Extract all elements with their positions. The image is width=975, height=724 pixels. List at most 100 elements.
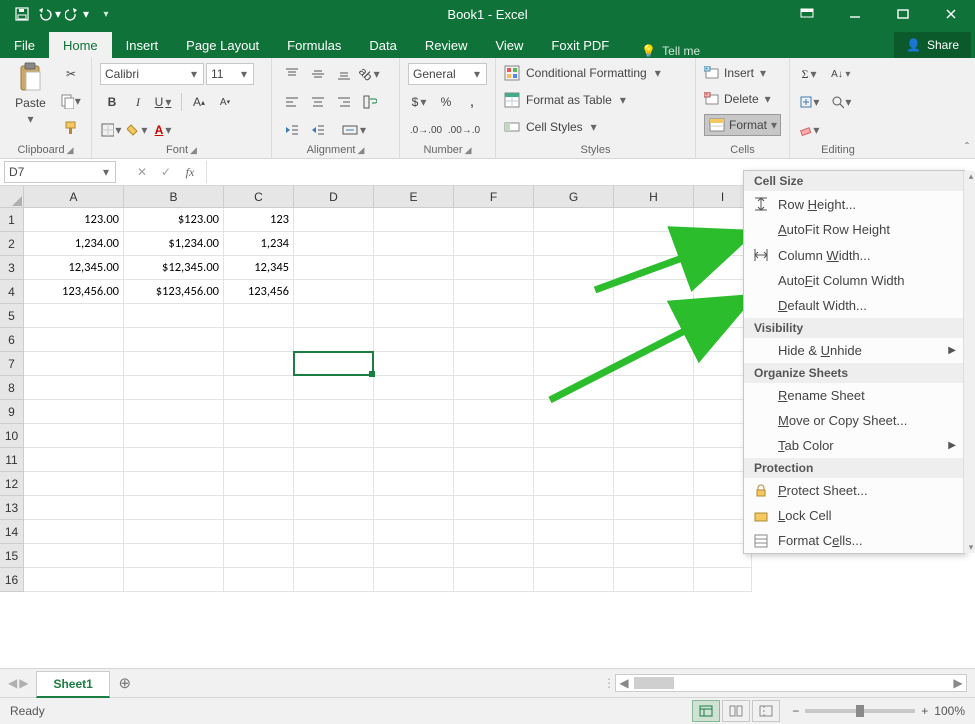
cell-F12[interactable] [454, 472, 534, 496]
sheet-tab-active[interactable]: Sheet1 [36, 671, 109, 698]
cell-B9[interactable] [124, 400, 224, 424]
menu-tab-color[interactable]: Tab Color▶ [744, 433, 964, 458]
cell-E7[interactable] [374, 352, 454, 376]
cell-G7[interactable] [534, 352, 614, 376]
cell-F1[interactable] [454, 208, 534, 232]
orientation-button[interactable]: ab▾ [358, 62, 382, 86]
column-header-B[interactable]: B [124, 186, 224, 208]
cell-E13[interactable] [374, 496, 454, 520]
cell-C14[interactable] [224, 520, 294, 544]
cell-B15[interactable] [124, 544, 224, 568]
cell-E15[interactable] [374, 544, 454, 568]
merge-center-button[interactable]: ▾ [332, 118, 378, 142]
row-header-5[interactable]: 5 [0, 304, 24, 328]
accounting-format-button[interactable]: $▾ [408, 90, 432, 114]
cell-E12[interactable] [374, 472, 454, 496]
align-center-button[interactable] [306, 90, 330, 114]
dialog-launcher-icon[interactable]: ◢ [190, 145, 197, 156]
cell-H16[interactable] [614, 568, 694, 592]
cell-D6[interactable] [294, 328, 374, 352]
cell-C3[interactable]: 12,345 [224, 256, 294, 280]
font-size-select[interactable]: 11▾ [206, 63, 254, 85]
cell-F2[interactable] [454, 232, 534, 256]
undo-button[interactable]: ▾ [36, 0, 64, 28]
menu-move-copy-sheet[interactable]: Move or Copy Sheet... [744, 408, 964, 433]
cell-A1[interactable]: 123.00 [24, 208, 124, 232]
cell-C5[interactable] [224, 304, 294, 328]
cell-E5[interactable] [374, 304, 454, 328]
column-header-C[interactable]: C [224, 186, 294, 208]
font-color-button[interactable]: A▾ [152, 118, 176, 142]
page-break-view-button[interactable] [752, 700, 780, 722]
cell-A16[interactable] [24, 568, 124, 592]
cell-G14[interactable] [534, 520, 614, 544]
cell-H4[interactable] [614, 280, 694, 304]
page-layout-view-button[interactable] [722, 700, 750, 722]
align-middle-button[interactable] [306, 62, 330, 86]
tab-foxit[interactable]: Foxit PDF [537, 32, 623, 58]
cell-B14[interactable] [124, 520, 224, 544]
tell-me[interactable]: 💡Tell me [641, 44, 700, 58]
cell-C4[interactable]: 123,456 [224, 280, 294, 304]
delete-cells-button[interactable]: ×Delete▾ [704, 88, 781, 110]
cell-E2[interactable] [374, 232, 454, 256]
row-header-2[interactable]: 2 [0, 232, 24, 256]
menu-default-width[interactable]: Default Width... [744, 293, 964, 318]
minimize-button[interactable] [831, 0, 879, 28]
cell-F16[interactable] [454, 568, 534, 592]
cell-C8[interactable] [224, 376, 294, 400]
cell-G4[interactable] [534, 280, 614, 304]
row-header-9[interactable]: 9 [0, 400, 24, 424]
row-header-15[interactable]: 15 [0, 544, 24, 568]
cell-E16[interactable] [374, 568, 454, 592]
cell-E14[interactable] [374, 520, 454, 544]
cell-E1[interactable] [374, 208, 454, 232]
cell-G3[interactable] [534, 256, 614, 280]
cell-F7[interactable] [454, 352, 534, 376]
cell-D14[interactable] [294, 520, 374, 544]
row-header-8[interactable]: 8 [0, 376, 24, 400]
cell-H15[interactable] [614, 544, 694, 568]
new-sheet-button[interactable]: ⊕ [110, 674, 140, 692]
row-header-7[interactable]: 7 [0, 352, 24, 376]
cell-styles-button[interactable]: Cell Styles▾ [504, 116, 687, 138]
cell-D5[interactable] [294, 304, 374, 328]
copy-button[interactable]: ▾ [59, 89, 83, 113]
name-box[interactable]: D7▾ [4, 161, 116, 183]
cell-A13[interactable] [24, 496, 124, 520]
fill-color-button[interactable]: ▾ [126, 118, 150, 142]
cell-G10[interactable] [534, 424, 614, 448]
tab-data[interactable]: Data [355, 32, 410, 58]
cell-H11[interactable] [614, 448, 694, 472]
cell-G13[interactable] [534, 496, 614, 520]
paste-button[interactable]: Paste ▾ [8, 62, 53, 126]
cell-D2[interactable] [294, 232, 374, 256]
cell-F6[interactable] [454, 328, 534, 352]
column-header-E[interactable]: E [374, 186, 454, 208]
dialog-launcher-icon[interactable]: ◢ [465, 145, 472, 156]
cut-button[interactable]: ✂ [59, 62, 83, 86]
cell-F4[interactable] [454, 280, 534, 304]
zoom-out-button[interactable]: − [792, 704, 799, 718]
decrease-indent-button[interactable] [280, 118, 304, 142]
cell-G5[interactable] [534, 304, 614, 328]
cell-D10[interactable] [294, 424, 374, 448]
increase-font-button[interactable]: A▴ [187, 90, 211, 114]
fill-button[interactable]: ▾ [798, 90, 822, 114]
cell-H13[interactable] [614, 496, 694, 520]
tab-formulas[interactable]: Formulas [273, 32, 355, 58]
zoom-slider[interactable] [805, 709, 915, 713]
cell-B7[interactable] [124, 352, 224, 376]
decrease-decimal-button[interactable]: .00→.0 [446, 118, 482, 142]
bold-button[interactable]: B [100, 90, 124, 114]
cell-C9[interactable] [224, 400, 294, 424]
sheet-nav-next[interactable]: ▶ [19, 676, 28, 690]
cell-B2[interactable]: $1,234.00 [124, 232, 224, 256]
cell-G12[interactable] [534, 472, 614, 496]
cell-C10[interactable] [224, 424, 294, 448]
cell-B1[interactable]: $123.00 [124, 208, 224, 232]
cell-B6[interactable] [124, 328, 224, 352]
row-headers[interactable]: 12345678910111213141516 [0, 208, 24, 592]
cell-H10[interactable] [614, 424, 694, 448]
tab-review[interactable]: Review [411, 32, 482, 58]
